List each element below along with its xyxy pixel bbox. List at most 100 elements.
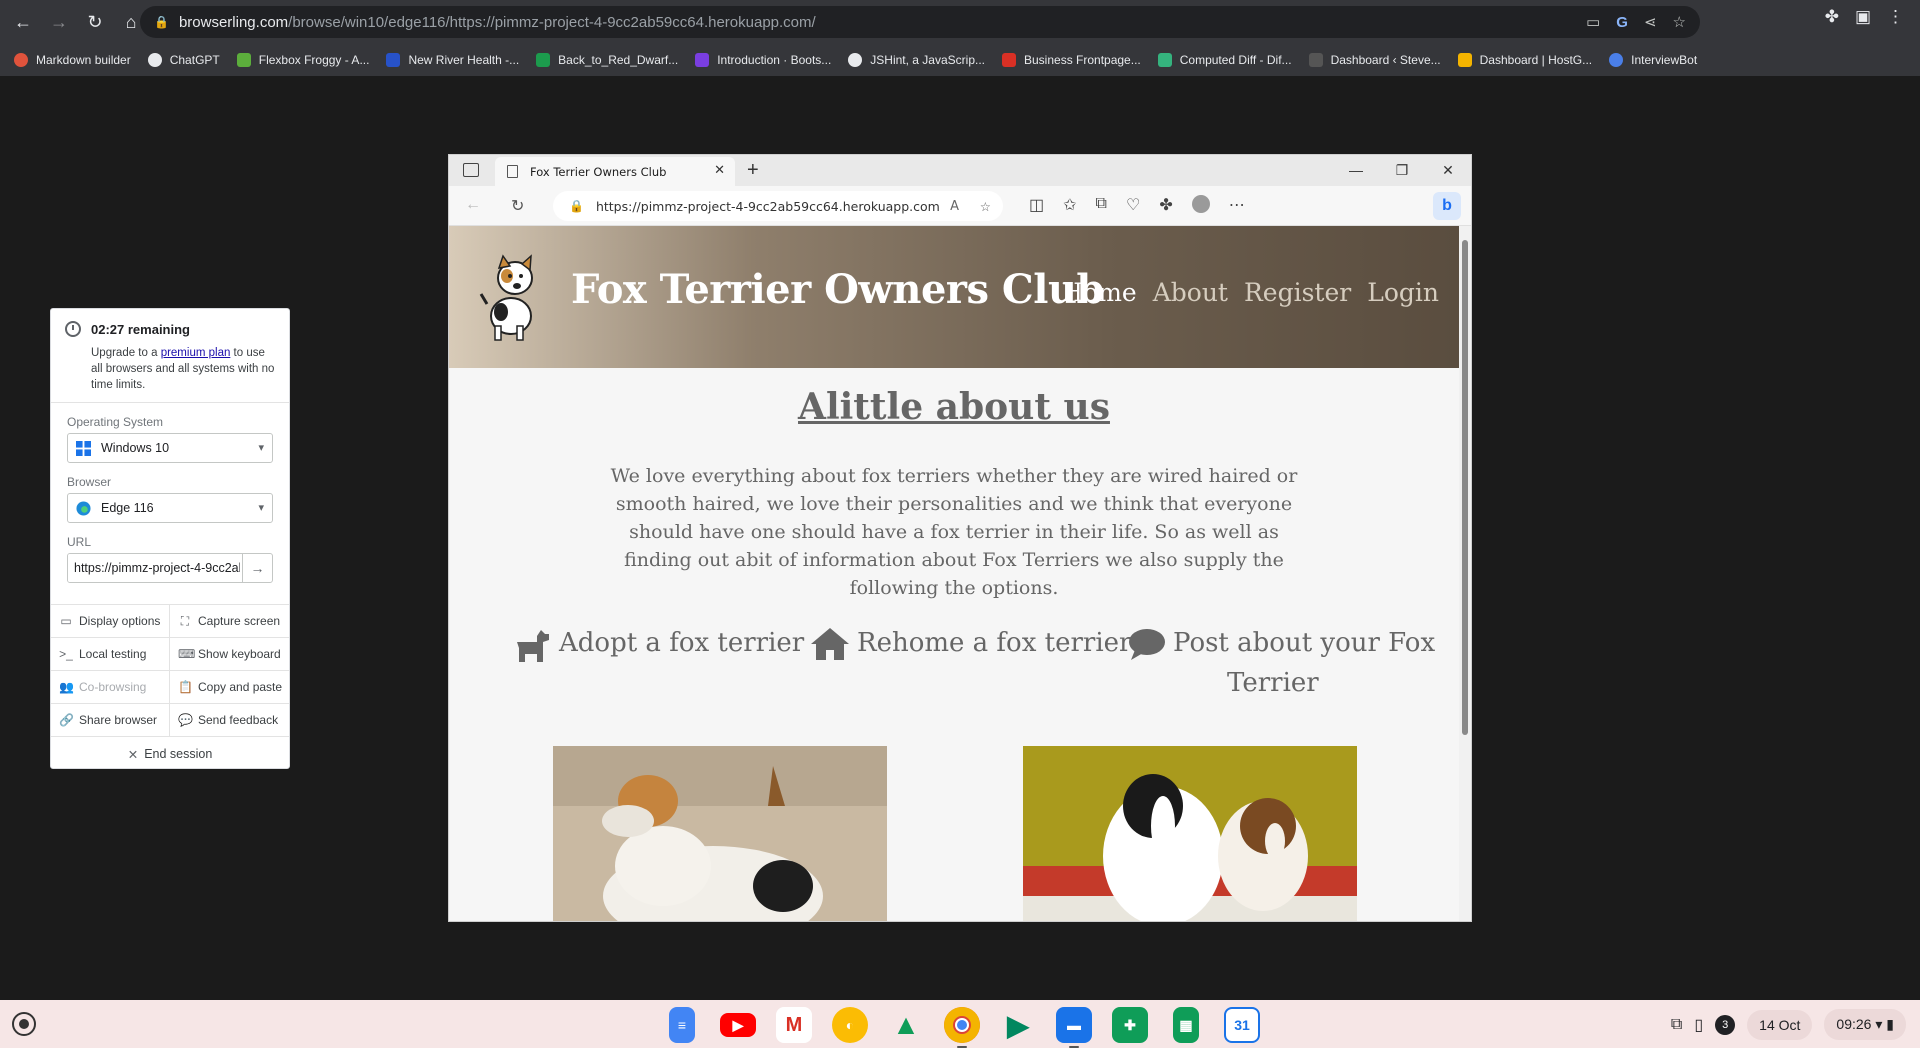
files-icon[interactable]: ▬ bbox=[1056, 1007, 1092, 1048]
bookmark-item[interactable]: Computed Diff - Dif... bbox=[1157, 53, 1292, 67]
date-pill[interactable]: 14 Oct bbox=[1747, 1009, 1813, 1040]
forward-icon[interactable]: → bbox=[44, 7, 74, 37]
profile-icon[interactable] bbox=[1191, 195, 1210, 213]
read-aloud-icon[interactable]: A bbox=[950, 199, 959, 214]
google-sheets-icon[interactable]: ✚ bbox=[1112, 1007, 1148, 1043]
extensions-icon[interactable]: ✤ bbox=[1825, 7, 1839, 27]
browser-essentials-icon[interactable]: ♡ bbox=[1126, 195, 1140, 215]
copilot-icon[interactable]: b bbox=[1433, 192, 1461, 220]
close-icon: ✕ bbox=[127, 747, 139, 762]
edge-tab-strip: Fox Terrier Owners Club ✕ + — ❐ ✕ bbox=[449, 155, 1471, 186]
holding-space-icon[interactable]: ⧉ bbox=[1671, 1016, 1682, 1034]
bookmark-favicon bbox=[14, 53, 28, 67]
bookmark-item[interactable]: JSHint, a JavaScrip... bbox=[848, 53, 985, 67]
send-feedback-button[interactable]: 💬 Send feedback bbox=[170, 704, 289, 737]
url-input[interactable] bbox=[68, 554, 240, 582]
bookmark-item[interactable]: Flexbox Froggy - A... bbox=[236, 53, 369, 67]
google-drive-icon[interactable]: ▲ bbox=[888, 1007, 924, 1043]
nav-about[interactable]: About bbox=[1153, 278, 1228, 307]
smooth-fox-terriers-photo bbox=[1023, 746, 1357, 921]
google-docs-icon[interactable]: ≡ bbox=[669, 1007, 695, 1043]
tab-actions-icon[interactable] bbox=[463, 163, 479, 177]
go-arrow-icon[interactable]: → bbox=[242, 554, 272, 582]
co-browsing-button[interactable]: 👥 Co-browsing bbox=[51, 671, 170, 704]
side-panel-icon[interactable]: ▣ bbox=[1855, 7, 1871, 27]
launcher-icon[interactable] bbox=[12, 1012, 36, 1036]
show-keyboard-button[interactable]: ⌨ Show keyboard bbox=[170, 638, 289, 671]
scrollbar-thumb[interactable] bbox=[1462, 240, 1468, 735]
gmail-icon[interactable]: M bbox=[776, 1007, 812, 1043]
close-tab-icon[interactable]: ✕ bbox=[714, 163, 725, 178]
browser-select[interactable]: Edge 116 ▾ bbox=[67, 493, 273, 523]
rehome-option[interactable]: Rehome a fox terrier bbox=[811, 628, 1131, 660]
bookmarks-bar: Markdown builder ChatGPT Flexbox Froggy … bbox=[0, 44, 1920, 76]
bookmark-favicon bbox=[536, 53, 551, 67]
bookmark-item[interactable]: Markdown builder bbox=[14, 53, 131, 67]
more-icon[interactable]: ⋯ bbox=[1229, 195, 1245, 215]
chrome-menu-icon[interactable]: ⋮ bbox=[1887, 7, 1904, 27]
window-close-icon[interactable]: ✕ bbox=[1425, 155, 1471, 186]
reload-icon[interactable]: ↻ bbox=[80, 7, 110, 37]
play-store-icon[interactable]: ▶ bbox=[1000, 1007, 1036, 1043]
google-calendar-icon[interactable]: 31 bbox=[1224, 1007, 1260, 1043]
local-testing-button[interactable]: >_ Local testing bbox=[51, 638, 170, 671]
nav-home[interactable]: Home bbox=[1061, 278, 1136, 307]
bookmark-item[interactable]: Business Frontpage... bbox=[1002, 53, 1141, 67]
time-pill[interactable]: 09:26 ▾ ▮ bbox=[1824, 1009, 1906, 1040]
sheets-doc-icon[interactable]: ▦ bbox=[1173, 1007, 1199, 1043]
photos-app-icon[interactable]: ◐ bbox=[832, 1007, 868, 1043]
refresh-icon[interactable]: ↻ bbox=[511, 196, 524, 216]
extensions-icon[interactable]: ✤ bbox=[1159, 195, 1172, 215]
bookmark-star-icon[interactable]: ☆ bbox=[1673, 13, 1686, 31]
favorite-star-icon[interactable]: ☆ bbox=[980, 199, 991, 214]
site-title[interactable]: Fox Terrier Owners Club bbox=[571, 266, 1105, 313]
bookmark-item[interactable]: Back_to_Red_Dwarf... bbox=[536, 53, 678, 67]
bookmark-item[interactable]: ChatGPT bbox=[147, 53, 220, 67]
os-label: Operating System bbox=[67, 415, 164, 429]
back-icon[interactable]: ← bbox=[8, 7, 38, 37]
split-screen-icon[interactable]: ◫ bbox=[1029, 195, 1044, 215]
bookmark-item[interactable]: Dashboard ‹ Steve... bbox=[1308, 53, 1441, 67]
chrome-icon[interactable] bbox=[944, 1007, 980, 1048]
google-lens-icon[interactable]: G bbox=[1616, 14, 1628, 31]
fox-terrier-logo-icon[interactable] bbox=[477, 254, 545, 342]
url-label: URL bbox=[67, 535, 92, 549]
share-icon[interactable]: ⋖ bbox=[1644, 13, 1657, 31]
chrome-address-bar[interactable]: 🔒 browserling.com/browse/win10/edge116/h… bbox=[140, 6, 1700, 38]
capture-icon: ⛶ bbox=[180, 613, 190, 628]
share-browser-button[interactable]: 🔗 Share browser bbox=[51, 704, 170, 737]
edge-address-bar[interactable]: 🔒 https://pimmz-project-4-9cc2ab59cc64.h… bbox=[553, 191, 1003, 221]
status-tray: ⧉ ▯ 3 14 Oct 09:26 ▾ ▮ bbox=[1671, 1009, 1906, 1040]
page-scrollbar[interactable] bbox=[1459, 226, 1471, 921]
nav-login[interactable]: Login bbox=[1367, 278, 1439, 307]
capture-screen-button[interactable]: ⛶ Capture screen bbox=[170, 605, 289, 638]
windows-icon bbox=[76, 440, 91, 456]
post-option[interactable]: Post about your Fox Terrier bbox=[1129, 628, 1435, 698]
os-select[interactable]: Windows 10 ▾ bbox=[67, 433, 273, 463]
adopt-option[interactable]: Adopt a fox terrier bbox=[515, 628, 804, 662]
link-icon: 🔗 bbox=[59, 713, 74, 727]
bookmark-item[interactable]: InterviewBot bbox=[1609, 53, 1697, 67]
edge-tab-active[interactable]: Fox Terrier Owners Club ✕ bbox=[495, 157, 735, 186]
notification-count[interactable]: 3 bbox=[1715, 1014, 1736, 1035]
premium-plan-link[interactable]: premium plan bbox=[161, 347, 231, 359]
favorites-icon[interactable]: ✩ bbox=[1063, 195, 1076, 215]
back-icon[interactable]: ← bbox=[465, 196, 481, 214]
session-timer-section: 02:27 remaining Upgrade to a premium pla… bbox=[51, 309, 289, 403]
end-session-button[interactable]: ✕ End session bbox=[51, 739, 289, 769]
bookmark-item[interactable]: Dashboard | HostG... bbox=[1457, 53, 1592, 67]
youtube-icon[interactable]: ▶ bbox=[720, 1013, 756, 1037]
restore-icon[interactable]: ❐ bbox=[1379, 155, 1425, 186]
remote-edge-window: Fox Terrier Owners Club ✕ + — ❐ ✕ ← ↻ 🔒 … bbox=[448, 154, 1472, 922]
bookmark-item[interactable]: New River Health -... bbox=[386, 53, 519, 67]
minimize-icon[interactable]: — bbox=[1333, 155, 1379, 186]
site-nav: Home About Register Login bbox=[1061, 278, 1439, 307]
collections-icon[interactable]: ⧉ bbox=[1096, 195, 1107, 215]
bookmark-item[interactable]: Introduction · Boots... bbox=[695, 53, 831, 67]
new-tab-icon[interactable]: + bbox=[747, 159, 759, 182]
install-app-icon[interactable]: ▭ bbox=[1586, 13, 1600, 31]
phone-hub-icon[interactable]: ▯ bbox=[1694, 1015, 1703, 1035]
display-options-button[interactable]: ▭ Display options bbox=[51, 605, 170, 638]
copy-paste-button[interactable]: 📋 Copy and paste bbox=[170, 671, 289, 704]
nav-register[interactable]: Register bbox=[1244, 278, 1351, 307]
